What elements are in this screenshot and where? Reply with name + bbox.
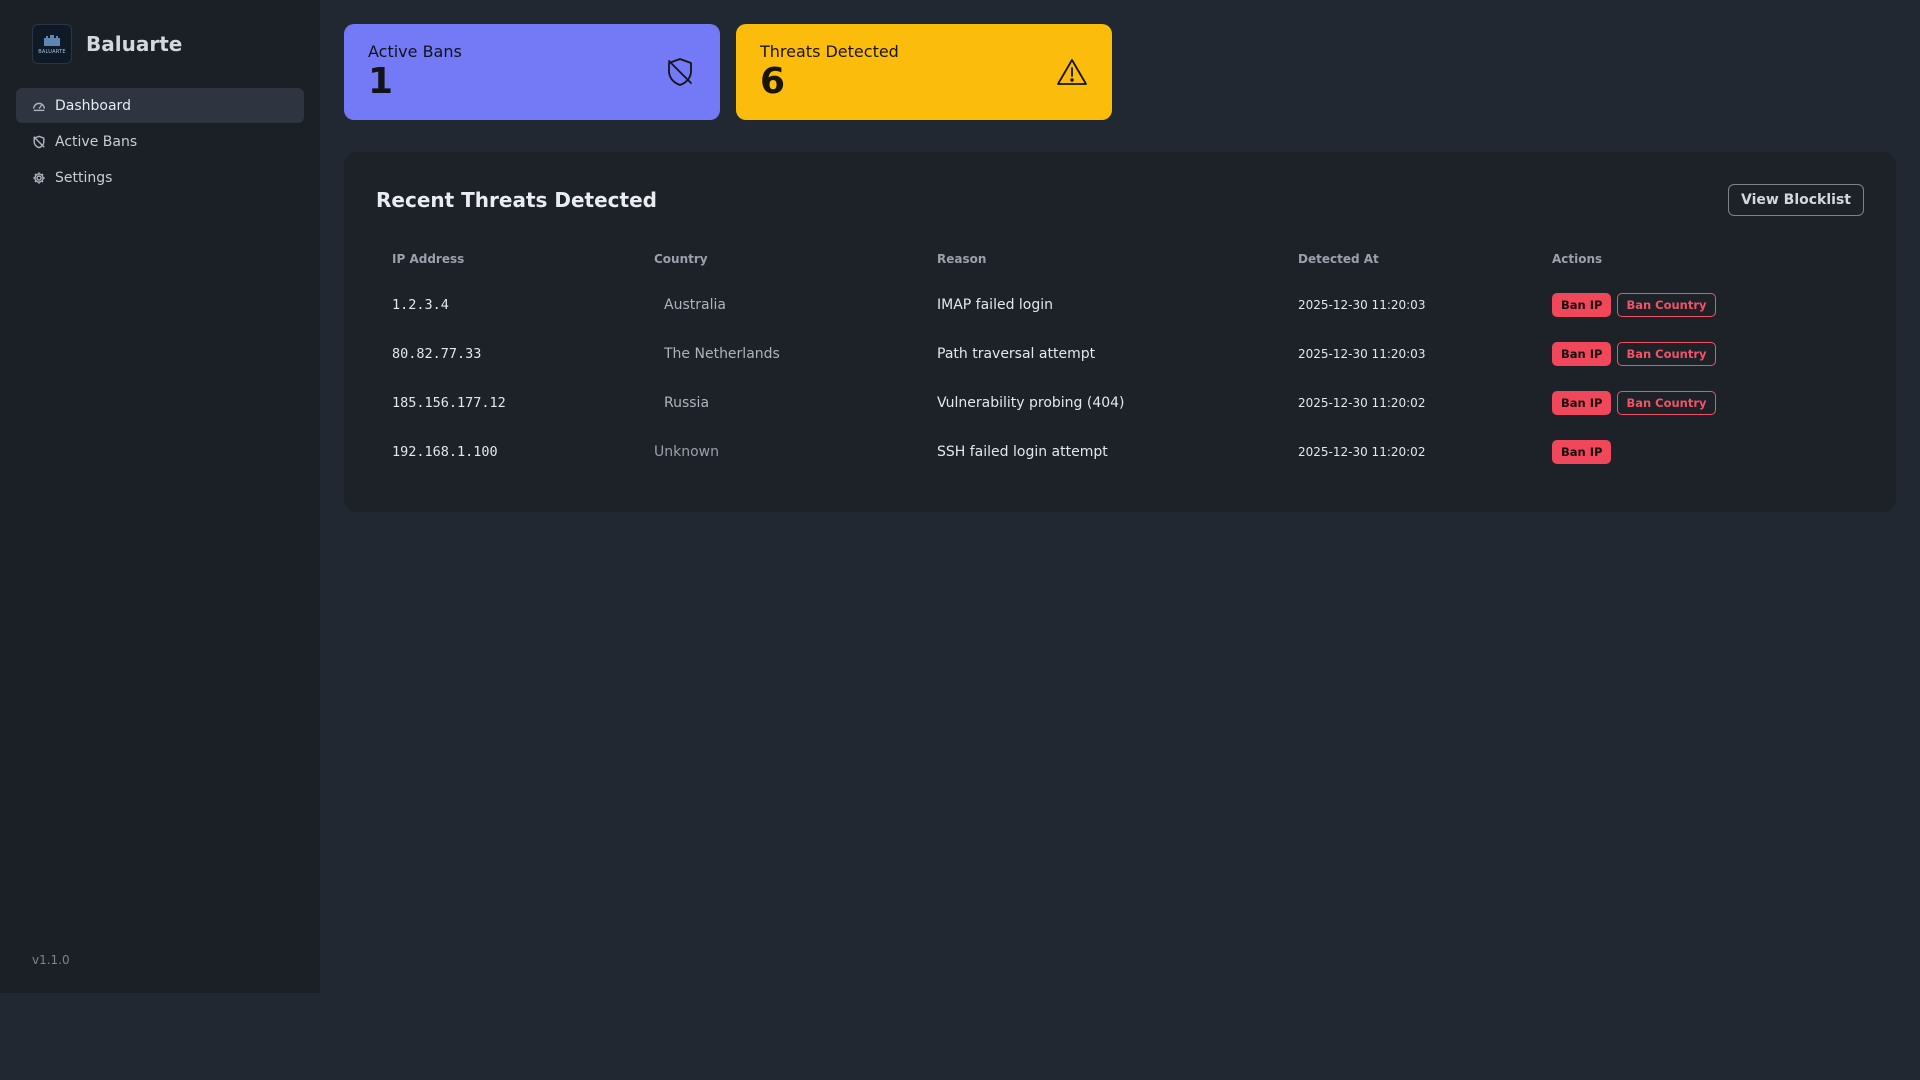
threats-detected-card[interactable]: Threats Detected 6 (736, 24, 1112, 120)
ban-ip-button[interactable]: Ban IP (1552, 341, 1612, 366)
shield-off-icon (664, 56, 696, 88)
country: Australia (664, 296, 726, 313)
ban-country-button[interactable]: Ban Country (1617, 390, 1716, 415)
ban-country-button[interactable]: Ban Country (1617, 292, 1716, 317)
reason: IMAP failed login (937, 296, 1054, 313)
detected-at: 2025-12-30 11:20:03 (1298, 297, 1426, 312)
table-row: 192.168.1.100 Unknown SSH failed login a… (344, 427, 1896, 476)
sidebar-item-dashboard[interactable]: Dashboard (16, 88, 304, 123)
table-row: 185.156.177.12 Russia Vulnerability prob… (344, 378, 1896, 427)
active-bans-card[interactable]: Active Bans 1 (344, 24, 720, 120)
ip-address: 192.168.1.100 (392, 443, 498, 460)
gear-icon (33, 171, 45, 184)
detected-at: 2025-12-30 11:20:03 (1298, 346, 1426, 361)
threats-detected-count: 6 (760, 61, 786, 102)
sidebar-item-label: Dashboard (55, 97, 131, 114)
version-label: v1.1.0 (32, 953, 70, 967)
table-row: 1.2.3.4 Australia IMAP failed login 2025… (344, 280, 1896, 329)
column-header-actions: Actions (1552, 252, 1603, 266)
country: Unknown (654, 443, 719, 460)
castle-icon (44, 35, 60, 46)
reason: Vulnerability probing (404) (937, 394, 1125, 411)
actions: Ban IP Ban Country (1552, 280, 1722, 329)
dashboard-icon (33, 102, 45, 111)
reason: Path traversal attempt (937, 345, 1096, 362)
column-header-reason[interactable]: Reason (937, 252, 986, 266)
column-header-country[interactable]: Country (654, 252, 708, 266)
sidebar-nav: Dashboard Active Bans Settings (16, 88, 304, 196)
threats-detected-label: Threats Detected (760, 42, 899, 61)
sidebar: BALUARTE Baluarte Dashboard Active Bans … (0, 0, 320, 993)
sidebar-item-active-bans[interactable]: Active Bans (16, 124, 304, 159)
ip-address: 1.2.3.4 (392, 296, 449, 313)
detected-at: 2025-12-30 11:20:02 (1298, 395, 1426, 410)
ip-address: 185.156.177.12 (392, 394, 506, 411)
active-bans-label: Active Bans (368, 42, 462, 61)
actions: Ban IP (1552, 427, 1617, 476)
ban-ip-button[interactable]: Ban IP (1552, 439, 1612, 464)
sidebar-item-label: Settings (55, 169, 113, 186)
column-header-detected-at[interactable]: Detected At (1298, 252, 1379, 266)
recent-threats-panel: Recent Threats Detected View Blocklist I… (344, 152, 1896, 512)
column-header-ip[interactable]: IP Address (392, 252, 464, 266)
brand-name: Baluarte (86, 32, 183, 56)
ban-ip-button[interactable]: Ban IP (1552, 390, 1612, 415)
reason: SSH failed login attempt (937, 443, 1108, 460)
ban-ip-button[interactable]: Ban IP (1552, 292, 1612, 317)
panel-title: Recent Threats Detected (376, 188, 657, 212)
brand[interactable]: BALUARTE Baluarte (32, 24, 182, 64)
detected-at: 2025-12-30 11:20:02 (1298, 444, 1426, 459)
ban-country-button[interactable]: Ban Country (1617, 341, 1716, 366)
active-bans-count: 1 (368, 61, 394, 102)
ip-address: 80.82.77.33 (392, 345, 482, 362)
table-row: 80.82.77.33 The Netherlands Path travers… (344, 329, 1896, 378)
country: The Netherlands (664, 345, 780, 362)
country: Russia (664, 394, 710, 411)
warning-icon (1056, 56, 1088, 88)
brand-logo-text: BALUARTE (38, 49, 66, 55)
actions: Ban IP Ban Country (1552, 329, 1722, 378)
shield-off-icon (33, 135, 45, 148)
sidebar-item-settings[interactable]: Settings (16, 160, 304, 195)
brand-logo: BALUARTE (32, 24, 72, 64)
view-blocklist-button[interactable]: View Blocklist (1727, 184, 1864, 216)
actions: Ban IP Ban Country (1552, 378, 1722, 427)
sidebar-item-label: Active Bans (55, 133, 138, 150)
